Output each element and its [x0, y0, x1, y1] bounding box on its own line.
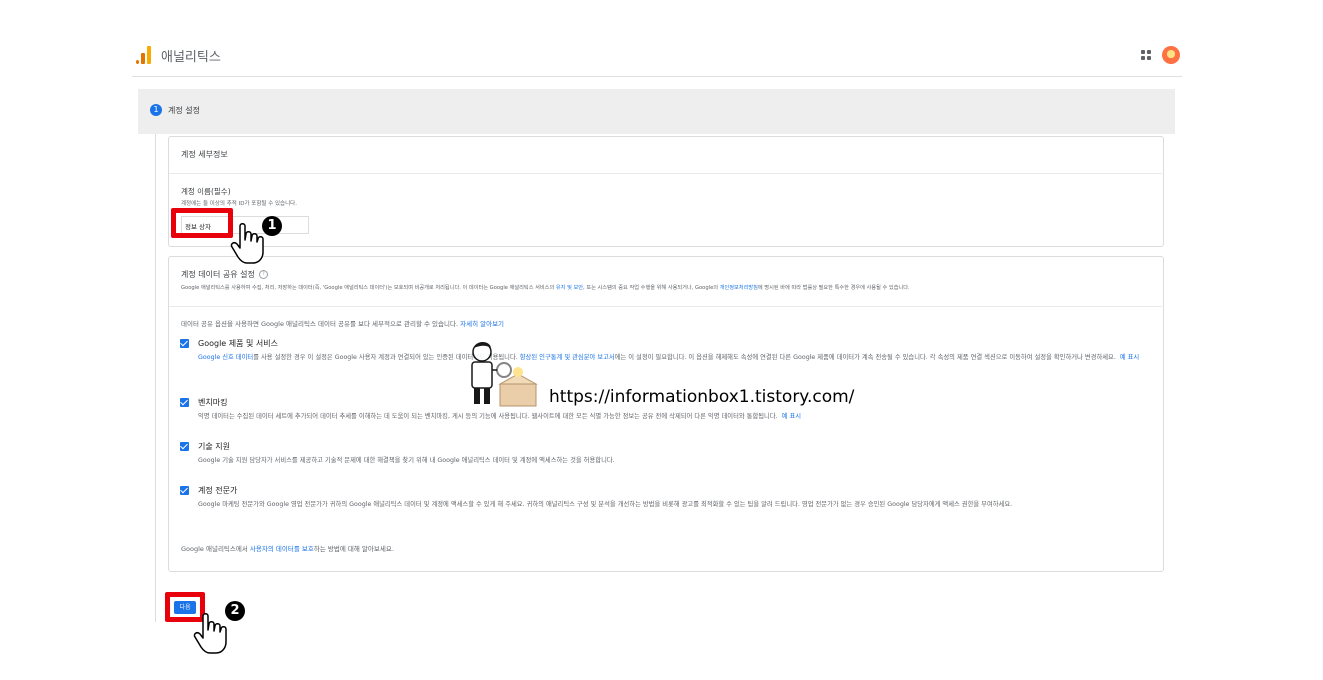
account-name-hint: 계정에는 둘 이상의 추적 ID가 포함될 수 있습니다.	[181, 201, 297, 207]
step-number-badge: 1	[150, 104, 162, 116]
option-desc-benchmarking: 익명 데이터는 수집된 데이터 세트에 추가되어 데이터 추세를 이해하는 데 …	[198, 413, 802, 420]
option-title-tech-support: 기술 지원	[198, 442, 230, 451]
pointer-hand-icon	[230, 223, 264, 264]
retention-security-link[interactable]: 유지 및 보안	[556, 285, 583, 291]
option-title-benchmarking: 벤치마킹	[198, 398, 228, 407]
card-divider	[169, 173, 1162, 174]
account-details-title: 계정 세부정보	[181, 150, 228, 159]
checkbox-benchmarking[interactable]	[180, 398, 189, 407]
step-header	[138, 89, 1175, 134]
step-label: 계정 설정	[168, 106, 200, 115]
option-desc-google-products: Google 신호 데이터를 사용 설정한 경우 이 설정은 Google 사용…	[198, 354, 1140, 361]
data-protection-note: Google 애널리틱스에서 사용자의 데이터를 보호하는 방법에 대해 알아보…	[181, 545, 394, 553]
analytics-logo-icon[interactable]	[136, 46, 152, 64]
data-sharing-description: Google 애널리틱스를 사용하여 수집, 처리, 저장하는 데이터(즉, '…	[181, 285, 910, 291]
option-desc-tech-support: Google 기술 지원 담당자가 서비스를 제공하고 기술적 문제에 대한 해…	[198, 457, 615, 464]
checkbox-tech-support[interactable]	[180, 442, 189, 451]
watermark-url: https://informationbox1.tistory.com/	[549, 387, 855, 407]
option-title-google-products: Google 제품 및 서비스	[198, 339, 278, 348]
privacy-policy-link[interactable]: 개인정보처리방침	[720, 285, 758, 291]
avatar[interactable]	[1162, 46, 1180, 64]
option-desc-account-specialists: Google 마케팅 전문가와 Google 영업 전문가가 귀하의 Googl…	[198, 501, 1013, 508]
checkbox-account-specialists[interactable]	[180, 486, 189, 495]
learn-more-link[interactable]: 자세히 알아보기	[460, 320, 504, 328]
show-example-link[interactable]: 예 표시	[1120, 354, 1139, 361]
account-name-label: 계정 이름(필수)	[181, 187, 231, 196]
app-title[interactable]: 애널리틱스	[161, 46, 221, 65]
step-connector-line	[155, 134, 156, 622]
header-divider	[132, 76, 1182, 77]
option-title-account-specialists: 계정 전문가	[198, 486, 238, 495]
protect-data-link[interactable]: 사용자의 데이터를 보호	[250, 545, 314, 553]
pointer-hand-icon	[193, 613, 227, 654]
card-divider	[169, 306, 1162, 307]
checkbox-google-products[interactable]	[180, 339, 189, 348]
account-details-card	[168, 136, 1164, 247]
sharing-intro: 데이터 공유 옵션을 사용하면 Google 애널리틱스 데이터 공유를 보다 …	[181, 320, 505, 328]
watermark-mascot-icon	[471, 342, 538, 407]
show-example-link[interactable]: 예 표시	[782, 413, 801, 420]
google-signals-link[interactable]: Google 신호 데이터	[198, 354, 253, 361]
data-sharing-title: 계정 데이터 공유 설정	[181, 270, 255, 279]
highlight-box-name	[171, 208, 233, 238]
apps-grid-icon[interactable]	[1141, 50, 1151, 60]
help-icon[interactable]: ?	[259, 270, 268, 279]
